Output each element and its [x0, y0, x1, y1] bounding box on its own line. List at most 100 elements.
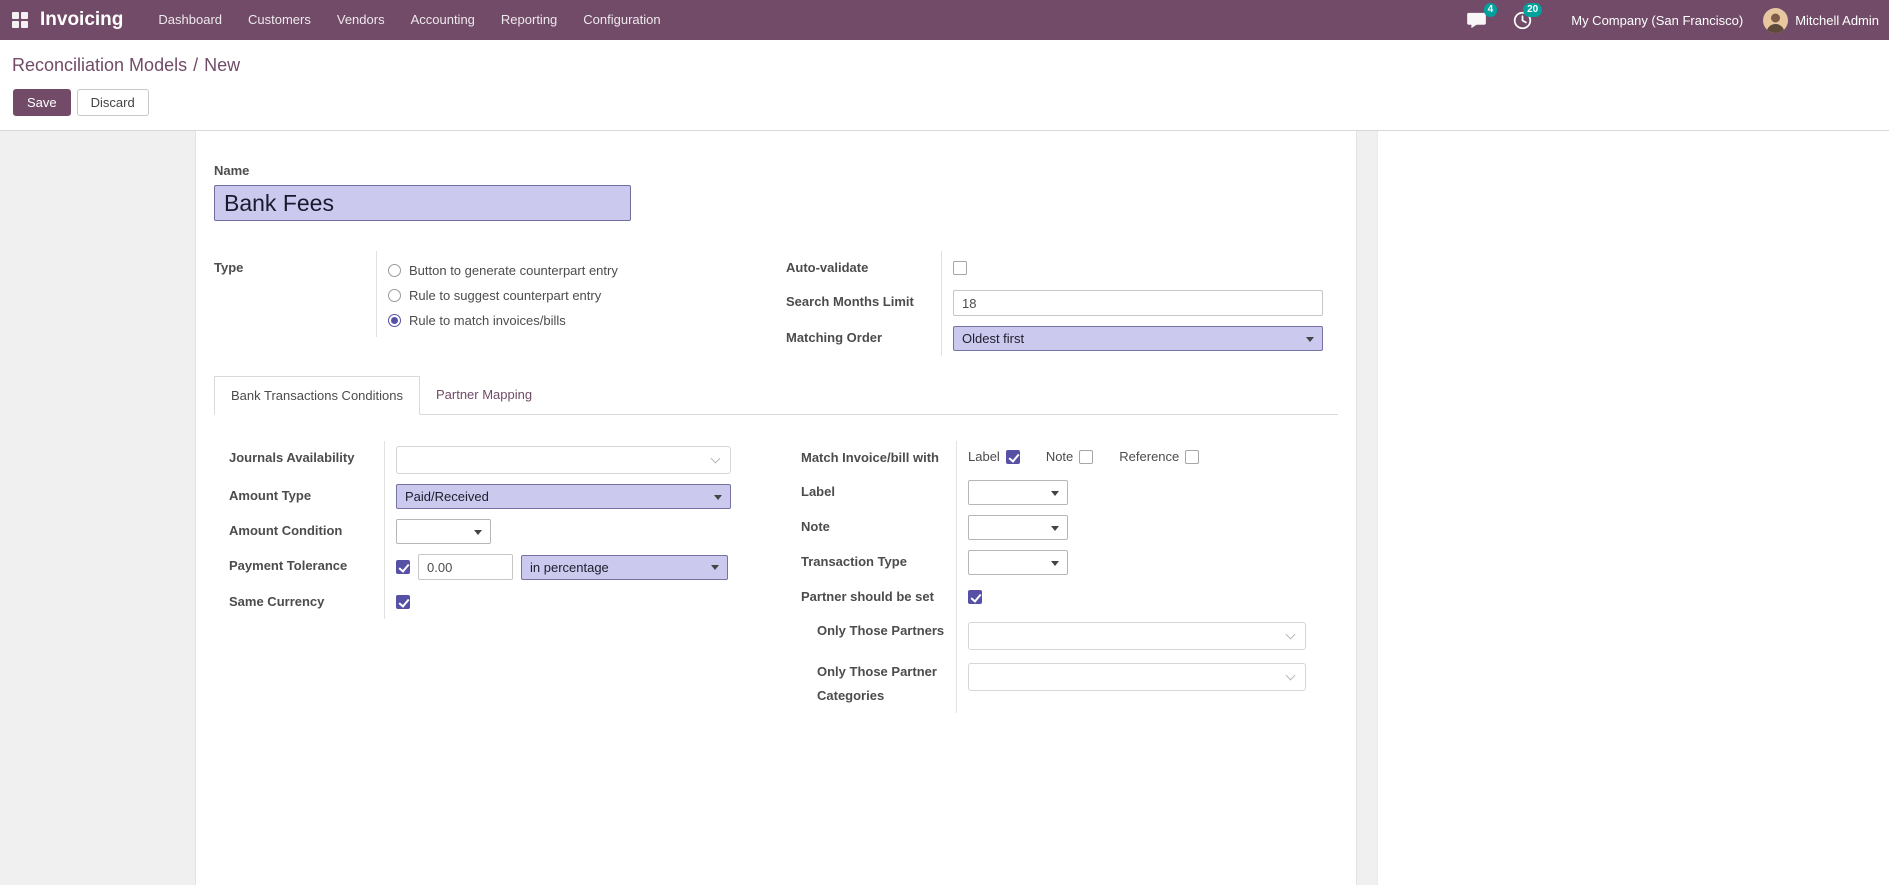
same-currency-label: Same Currency	[229, 594, 325, 609]
only-those-partner-categories-label: Only Those Partner Categories	[817, 664, 937, 703]
main-menu: Dashboard Customers Vendors Accounting R…	[145, 0, 673, 40]
user-menu[interactable]: Mitchell Admin	[1795, 13, 1879, 28]
top-navbar: Invoicing Dashboard Customers Vendors Ac…	[0, 0, 1889, 40]
match-with-label-option[interactable]: Label	[968, 449, 1020, 464]
top-field-groups: Type Button to generate counterpart entr…	[214, 251, 1338, 356]
note-field-label: Note	[801, 519, 830, 534]
discard-button[interactable]: Discard	[76, 89, 149, 116]
type-option-suggest-counterpart[interactable]: Rule to suggest counterpart entry	[388, 284, 618, 307]
label-field	[956, 475, 1338, 510]
radio-icon[interactable]	[388, 314, 401, 327]
type-label: Type	[214, 260, 244, 275]
auto-validate-field	[941, 251, 1338, 285]
dropdown-caret-icon	[1051, 560, 1059, 566]
journals-availability-input[interactable]	[396, 446, 731, 474]
note-field	[956, 510, 1338, 545]
dropdown-caret-icon	[1306, 336, 1314, 342]
transaction-type-select[interactable]	[968, 550, 1068, 575]
user-avatar[interactable]	[1763, 7, 1789, 33]
menu-configuration[interactable]: Configuration	[570, 0, 673, 40]
checkbox-label: Label	[968, 449, 1000, 464]
notebook-tabs: Bank Transactions Conditions Partner Map…	[214, 376, 1338, 415]
control-panel: Reconciliation Models / New Save Discard	[0, 40, 1889, 131]
amount-type-field: Paid/Received	[384, 479, 786, 514]
breadcrumb-current: New	[204, 55, 241, 75]
menu-accounting[interactable]: Accounting	[398, 0, 488, 40]
dropdown-caret-icon	[474, 529, 482, 535]
amount-type-label: Amount Type	[229, 488, 312, 503]
radio-icon[interactable]	[388, 289, 401, 302]
search-months-limit-input[interactable]	[953, 290, 1323, 316]
payment-tolerance-label: Payment Tolerance	[229, 558, 348, 573]
journals-availability-label: Journals Availability	[229, 450, 355, 465]
form-background: Name Type Button to generate counterpart…	[0, 131, 1377, 885]
match-with-label-checkbox[interactable]	[1005, 449, 1020, 464]
dropdown-caret-icon	[1051, 525, 1059, 531]
dropdown-chevron-icon	[710, 453, 721, 464]
menu-dashboard[interactable]: Dashboard	[145, 0, 235, 40]
amount-type-select[interactable]: Paid/Received	[396, 484, 731, 509]
name-input[interactable]	[214, 185, 631, 221]
matching-order-select[interactable]: Oldest first	[953, 326, 1323, 351]
search-months-limit-label: Search Months Limit	[786, 294, 914, 309]
checkbox-label: Reference	[1119, 449, 1180, 464]
matching-order-field: Oldest first	[941, 321, 1338, 356]
type-option-match-invoices[interactable]: Rule to match invoices/bills	[388, 309, 618, 332]
messages-badge: 4	[1483, 3, 1498, 17]
radio-label: Button to generate counterpart entry	[409, 263, 618, 278]
auto-validate-checkbox[interactable]	[953, 261, 967, 275]
amount-condition-select[interactable]	[396, 519, 491, 544]
only-those-partners-input[interactable]	[968, 622, 1306, 650]
dropdown-caret-icon	[714, 494, 722, 500]
name-field-group: Name	[214, 163, 1338, 221]
label-select[interactable]	[968, 480, 1068, 505]
dropdown-chevron-icon	[1285, 670, 1296, 681]
only-those-partner-categories-field	[956, 655, 1338, 713]
activities-button[interactable]: 20	[1513, 0, 1543, 40]
conditions-left-group: Journals Availability Amount Type Paid/R…	[229, 441, 786, 619]
save-button[interactable]: Save	[13, 89, 71, 116]
menu-vendors[interactable]: Vendors	[324, 0, 398, 40]
match-with-reference-option[interactable]: Reference	[1119, 449, 1200, 464]
app-name[interactable]: Invoicing	[40, 9, 123, 31]
auto-validate-label: Auto-validate	[786, 260, 869, 275]
match-with-note-option[interactable]: Note	[1045, 449, 1094, 464]
matching-order-label: Matching Order	[786, 330, 883, 345]
same-currency-checkbox[interactable]	[396, 595, 410, 609]
radio-icon[interactable]	[388, 264, 401, 277]
activities-badge: 20	[1523, 3, 1543, 17]
radio-label: Rule to match invoices/bills	[409, 313, 566, 328]
match-with-reference-checkbox[interactable]	[1185, 449, 1200, 464]
type-radio-group: Button to generate counterpart entry Rul…	[388, 259, 618, 332]
company-switcher[interactable]: My Company (San Francisco)	[1571, 13, 1743, 28]
breadcrumb: Reconciliation Models / New	[12, 52, 1873, 78]
match-with-options: Label Note Reference	[968, 449, 1200, 464]
payment-tolerance-unit-select[interactable]: in percentage	[521, 554, 728, 580]
label-field-label: Label	[801, 484, 835, 499]
match-with-note-checkbox[interactable]	[1079, 449, 1094, 464]
action-buttons: Save Discard	[12, 89, 1873, 116]
breadcrumb-separator: /	[193, 55, 199, 75]
note-select[interactable]	[968, 515, 1068, 540]
payment-tolerance-checkbox[interactable]	[396, 560, 410, 574]
apps-grid-icon[interactable]	[12, 12, 28, 28]
checkbox-label: Note	[1045, 449, 1074, 464]
type-field: Button to generate counterpart entry Rul…	[376, 251, 786, 337]
tab-partner-mapping[interactable]: Partner Mapping	[420, 376, 548, 414]
breadcrumb-parent[interactable]: Reconciliation Models	[12, 55, 187, 75]
chatter-panel	[1377, 131, 1889, 885]
only-those-partner-categories-input[interactable]	[968, 663, 1306, 691]
messages-button[interactable]: 4	[1466, 0, 1498, 40]
payment-tolerance-input[interactable]	[418, 554, 513, 580]
partner-should-be-set-field	[956, 580, 1338, 614]
tab-content: Journals Availability Amount Type Paid/R…	[214, 415, 1338, 713]
menu-reporting[interactable]: Reporting	[488, 0, 570, 40]
type-option-button-counterpart[interactable]: Button to generate counterpart entry	[388, 259, 618, 282]
radio-label: Rule to suggest counterpart entry	[409, 288, 602, 303]
partner-should-be-set-checkbox[interactable]	[968, 590, 982, 604]
options-group: Auto-validate Search Months Limit Matchi…	[786, 251, 1338, 356]
transaction-type-label: Transaction Type	[801, 554, 907, 569]
type-group: Type Button to generate counterpart entr…	[214, 251, 786, 337]
menu-customers[interactable]: Customers	[235, 0, 324, 40]
tab-bank-transactions-conditions[interactable]: Bank Transactions Conditions	[214, 376, 420, 415]
